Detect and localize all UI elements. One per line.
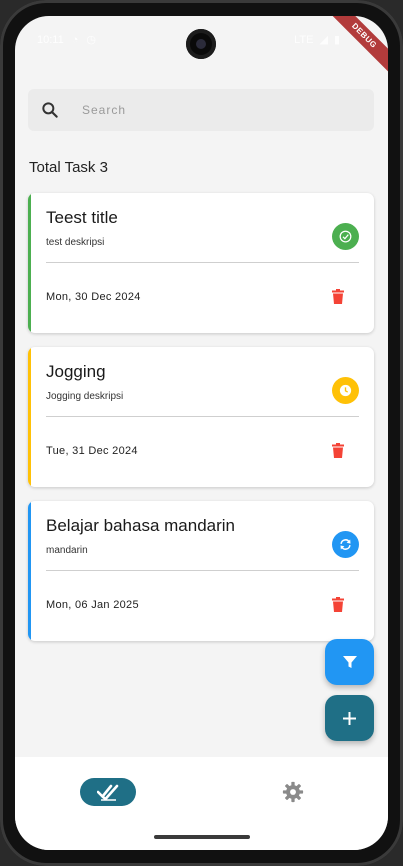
delete-button[interactable]	[330, 288, 346, 304]
task-description: test deskripsi	[46, 237, 105, 248]
gear-icon[interactable]	[282, 781, 304, 803]
nav-item-tasks[interactable]	[80, 778, 136, 806]
card-accent-bar	[28, 347, 31, 487]
signal-icon: ◢	[319, 34, 328, 46]
status-right: LTE ◢ ▮	[294, 33, 340, 47]
card-divider	[46, 570, 359, 571]
camera-cutout	[186, 29, 216, 59]
bottom-navigation	[15, 757, 388, 850]
clock-icon[interactable]	[332, 377, 359, 404]
alarm-icon: ◷	[86, 34, 96, 46]
task-card[interactable]: Teest title test deskripsi Mon, 30 Dec 2…	[28, 193, 374, 333]
delete-button[interactable]	[330, 442, 346, 458]
filter-button[interactable]	[325, 639, 374, 685]
status-left: 10:11 ◔ ◷	[37, 33, 96, 47]
card-accent-bar	[28, 501, 31, 641]
network-label: LTE	[294, 33, 314, 46]
phone-frame: 10:11 ◔ ◷ LTE ◢ ▮ DEBUG Search Total Tas…	[0, 0, 403, 866]
task-date: Tue, 31 Dec 2024	[46, 445, 138, 457]
add-task-button[interactable]	[325, 695, 374, 741]
delete-button[interactable]	[330, 596, 346, 612]
task-card[interactable]: Jogging Jogging deskripsi Tue, 31 Dec 20…	[28, 347, 374, 487]
card-divider	[46, 262, 359, 263]
task-description: mandarin	[46, 545, 88, 556]
status-bar: 10:11 ◔ ◷ LTE ◢ ▮ DEBUG	[15, 16, 388, 78]
task-date: Mon, 30 Dec 2024	[46, 291, 141, 303]
home-indicator	[154, 835, 250, 839]
search-icon	[42, 102, 58, 118]
notification-icon: ◔	[71, 33, 79, 46]
battery-icon: ▮	[333, 34, 340, 46]
trash-icon	[332, 596, 344, 612]
task-description: Jogging deskripsi	[46, 391, 124, 402]
task-card[interactable]: Belajar bahasa mandarin mandarin Mon, 06…	[28, 501, 374, 641]
status-time: 10:11	[37, 33, 64, 46]
task-title: Jogging	[46, 362, 106, 381]
double-check-icon	[97, 784, 119, 801]
sync-icon[interactable]	[332, 531, 359, 558]
debug-ribbon: DEBUG	[322, 16, 388, 78]
card-accent-bar	[28, 193, 31, 333]
trash-icon	[332, 442, 344, 458]
task-title: Belajar bahasa mandarin	[46, 516, 236, 535]
check-circle-icon[interactable]	[332, 223, 359, 250]
filter-icon	[342, 656, 357, 668]
trash-icon	[332, 288, 344, 304]
task-title: Teest title	[46, 208, 118, 227]
card-divider	[46, 416, 359, 417]
app-screen: 10:11 ◔ ◷ LTE ◢ ▮ DEBUG Search Total Tas…	[15, 16, 388, 850]
search-input[interactable]: Search	[82, 103, 126, 117]
search-bar[interactable]: Search	[28, 89, 374, 131]
plus-icon	[343, 711, 356, 725]
task-date: Mon, 06 Jan 2025	[46, 599, 139, 611]
total-task-label: Total Task 3	[29, 159, 108, 176]
